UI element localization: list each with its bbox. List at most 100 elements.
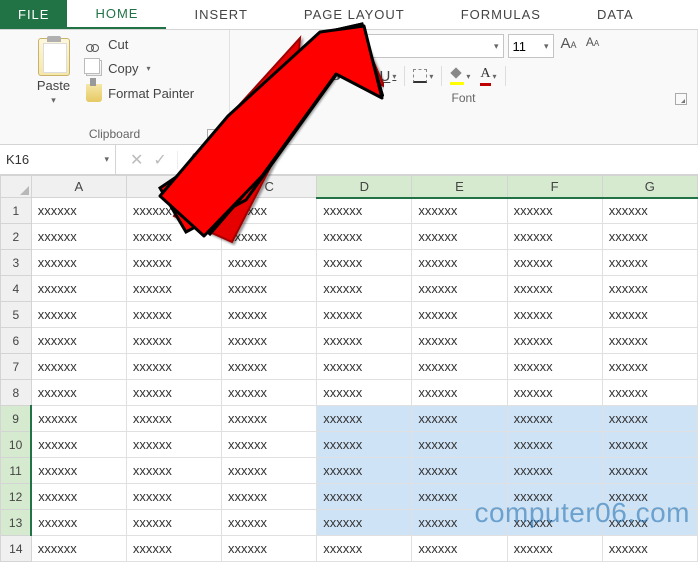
cell-B6[interactable]: xxxxxx: [126, 328, 221, 354]
fill-color-button[interactable]: ▾: [446, 64, 474, 88]
cell-F7[interactable]: xxxxxx: [507, 354, 602, 380]
tab-page-layout[interactable]: PAGE LAYOUT: [276, 0, 433, 29]
italic-button[interactable]: I: [350, 64, 374, 88]
border-button[interactable]: ▾: [409, 64, 437, 88]
underline-button[interactable]: U▾: [376, 64, 401, 88]
tab-home[interactable]: HOME: [67, 0, 166, 29]
cell-G11[interactable]: xxxxxx: [602, 458, 697, 484]
cell-G10[interactable]: xxxxxx: [602, 432, 697, 458]
row-header-4[interactable]: 4: [1, 276, 32, 302]
cell-B1[interactable]: xxxxxx: [126, 198, 221, 224]
row-header-5[interactable]: 5: [1, 302, 32, 328]
cell-G2[interactable]: xxxxxx: [602, 224, 697, 250]
cell-G7[interactable]: xxxxxx: [602, 354, 697, 380]
cell-A3[interactable]: xxxxxx: [31, 250, 126, 276]
cell-G9[interactable]: xxxxxx: [602, 406, 697, 432]
cell-B3[interactable]: xxxxxx: [126, 250, 221, 276]
cell-G14[interactable]: xxxxxx: [602, 536, 697, 562]
bold-button[interactable]: B: [324, 64, 348, 88]
cell-E7[interactable]: xxxxxx: [412, 354, 507, 380]
cell-E8[interactable]: xxxxxx: [412, 380, 507, 406]
cell-E4[interactable]: xxxxxx: [412, 276, 507, 302]
cell-F11[interactable]: xxxxxx: [507, 458, 602, 484]
cut-button[interactable]: Cut: [82, 34, 198, 54]
cell-A12[interactable]: xxxxxx: [31, 484, 126, 510]
cell-B13[interactable]: xxxxxx: [126, 510, 221, 536]
cell-G6[interactable]: xxxxxx: [602, 328, 697, 354]
cell-G3[interactable]: xxxxxx: [602, 250, 697, 276]
clipboard-dialog-launcher[interactable]: [207, 129, 219, 141]
cell-C9[interactable]: xxxxxx: [222, 406, 317, 432]
col-header-A[interactable]: A: [31, 176, 126, 198]
shrink-font-button[interactable]: AA: [582, 34, 604, 58]
cell-D12[interactable]: xxxxxx: [317, 484, 412, 510]
cell-D7[interactable]: xxxxxx: [317, 354, 412, 380]
cell-C4[interactable]: xxxxxx: [222, 276, 317, 302]
cell-B7[interactable]: xxxxxx: [126, 354, 221, 380]
col-header-D[interactable]: D: [317, 176, 412, 198]
cell-A5[interactable]: xxxxxx: [31, 302, 126, 328]
cell-A14[interactable]: xxxxxx: [31, 536, 126, 562]
copy-button[interactable]: Copy ▾: [82, 58, 198, 78]
format-painter-button[interactable]: Format Painter: [82, 82, 198, 104]
insert-function-button[interactable]: fx: [177, 151, 202, 169]
cell-C1[interactable]: xxxxxx: [222, 198, 317, 224]
col-header-C[interactable]: C: [222, 176, 317, 198]
cell-G5[interactable]: xxxxxx: [602, 302, 697, 328]
name-box[interactable]: K16 ▾: [0, 145, 116, 174]
cell-E11[interactable]: xxxxxx: [412, 458, 507, 484]
cell-E9[interactable]: xxxxxx: [412, 406, 507, 432]
paste-button[interactable]: Paste ▾: [31, 34, 76, 110]
cell-G4[interactable]: xxxxxx: [602, 276, 697, 302]
cell-G8[interactable]: xxxxxx: [602, 380, 697, 406]
font-color-button[interactable]: A ▾: [476, 64, 500, 88]
cell-C6[interactable]: xxxxxx: [222, 328, 317, 354]
cell-F14[interactable]: xxxxxx: [507, 536, 602, 562]
cell-C11[interactable]: xxxxxx: [222, 458, 317, 484]
font-size-select[interactable]: 11 ▾: [508, 34, 554, 58]
cell-D10[interactable]: xxxxxx: [317, 432, 412, 458]
cell-F1[interactable]: xxxxxx: [507, 198, 602, 224]
col-header-E[interactable]: E: [412, 176, 507, 198]
cell-B12[interactable]: xxxxxx: [126, 484, 221, 510]
row-header-3[interactable]: 3: [1, 250, 32, 276]
cell-D5[interactable]: xxxxxx: [317, 302, 412, 328]
formula-input[interactable]: [216, 145, 698, 174]
tab-data[interactable]: DATA: [569, 0, 662, 29]
cell-A2[interactable]: xxxxxx: [31, 224, 126, 250]
row-header-13[interactable]: 13: [1, 510, 32, 536]
col-header-G[interactable]: G: [602, 176, 697, 198]
font-name-select[interactable]: Calibri ▾: [324, 34, 504, 58]
cell-A13[interactable]: xxxxxx: [31, 510, 126, 536]
cell-G1[interactable]: xxxxxx: [602, 198, 697, 224]
cell-C3[interactable]: xxxxxx: [222, 250, 317, 276]
cell-A7[interactable]: xxxxxx: [31, 354, 126, 380]
cell-E5[interactable]: xxxxxx: [412, 302, 507, 328]
row-header-9[interactable]: 9: [1, 406, 32, 432]
cell-D4[interactable]: xxxxxx: [317, 276, 412, 302]
cell-B2[interactable]: xxxxxx: [126, 224, 221, 250]
cell-F9[interactable]: xxxxxx: [507, 406, 602, 432]
cell-A11[interactable]: xxxxxx: [31, 458, 126, 484]
col-header-B[interactable]: B: [126, 176, 221, 198]
cell-B10[interactable]: xxxxxx: [126, 432, 221, 458]
cell-D6[interactable]: xxxxxx: [317, 328, 412, 354]
cell-D2[interactable]: xxxxxx: [317, 224, 412, 250]
cell-B4[interactable]: xxxxxx: [126, 276, 221, 302]
row-header-12[interactable]: 12: [1, 484, 32, 510]
cell-A9[interactable]: xxxxxx: [31, 406, 126, 432]
cell-A10[interactable]: xxxxxx: [31, 432, 126, 458]
cell-D3[interactable]: xxxxxx: [317, 250, 412, 276]
cell-A1[interactable]: xxxxxx: [31, 198, 126, 224]
cell-B9[interactable]: xxxxxx: [126, 406, 221, 432]
cell-C14[interactable]: xxxxxx: [222, 536, 317, 562]
font-dialog-launcher[interactable]: [675, 93, 687, 105]
cell-E6[interactable]: xxxxxx: [412, 328, 507, 354]
cell-B14[interactable]: xxxxxx: [126, 536, 221, 562]
cell-D9[interactable]: xxxxxx: [317, 406, 412, 432]
cell-C2[interactable]: xxxxxx: [222, 224, 317, 250]
cell-E14[interactable]: xxxxxx: [412, 536, 507, 562]
cell-C12[interactable]: xxxxxx: [222, 484, 317, 510]
cell-F5[interactable]: xxxxxx: [507, 302, 602, 328]
cell-F3[interactable]: xxxxxx: [507, 250, 602, 276]
